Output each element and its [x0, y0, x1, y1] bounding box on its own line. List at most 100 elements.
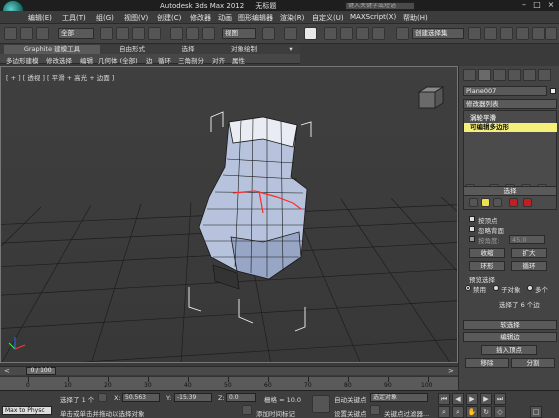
- menu-help[interactable]: 帮助(H): [403, 13, 428, 23]
- selection-filter-dropdown[interactable]: 全部: [58, 28, 94, 39]
- time-slider[interactable]: 0 / 100 < >: [0, 366, 458, 375]
- tab-hierarchy-icon[interactable]: [493, 69, 506, 81]
- auto-key-button[interactable]: 自动关键点: [334, 394, 367, 404]
- object-name-field[interactable]: Plane007: [463, 86, 547, 96]
- tab-create-icon[interactable]: [463, 69, 476, 81]
- rollout-selection[interactable]: 选择: [463, 186, 557, 196]
- key-filters-button[interactable]: 关键点过滤器...: [384, 408, 429, 418]
- panel-polygon-modeling[interactable]: 多边形建模: [6, 55, 39, 65]
- menu-graph-editors[interactable]: 图形编辑器: [238, 13, 273, 23]
- panel-align[interactable]: 对齐: [212, 55, 225, 65]
- rect-selection-icon[interactable]: [132, 27, 145, 40]
- tab-graphite-modeling[interactable]: Graphite 建模工具: [4, 45, 100, 54]
- prev-frame-icon[interactable]: ◀: [452, 393, 464, 405]
- stack-item-editable-poly[interactable]: 可编辑多边形: [464, 123, 557, 132]
- pivot-icon[interactable]: [262, 27, 275, 40]
- tab-modify-icon[interactable]: [478, 69, 491, 81]
- next-frame-icon[interactable]: ▶: [480, 393, 492, 405]
- move-icon[interactable]: [170, 27, 183, 40]
- menu-edit[interactable]: 编辑(E): [28, 13, 52, 23]
- polygon-mode-icon[interactable]: [509, 198, 518, 207]
- curve-editor-icon[interactable]: [516, 27, 529, 40]
- select-object-icon[interactable]: [100, 27, 113, 40]
- orbit-icon[interactable]: ↻: [480, 406, 492, 418]
- y-coordinate-field[interactable]: -15.39: [174, 393, 212, 402]
- ref-coord-dropdown[interactable]: 视图: [222, 28, 256, 39]
- time-prev-icon[interactable]: <: [4, 367, 10, 375]
- set-key-button[interactable]: 设置关键点: [334, 408, 367, 418]
- menu-tools[interactable]: 工具(T): [62, 13, 86, 23]
- insert-vertex-button[interactable]: 插入顶点: [481, 345, 537, 355]
- object-color-swatch[interactable]: [550, 88, 556, 94]
- tab-object-paint[interactable]: 对象绘制: [216, 45, 272, 54]
- search-input[interactable]: 键入关键字或短语: [345, 2, 415, 10]
- close-icon[interactable]: ×: [545, 0, 557, 11]
- polygon-mesh[interactable]: [188, 111, 312, 332]
- menu-rendering[interactable]: 渲染(R): [280, 13, 304, 23]
- go-to-start-icon[interactable]: ⏮: [438, 393, 450, 405]
- lock-selection-icon[interactable]: [98, 393, 107, 402]
- menu-group[interactable]: 组(G): [96, 13, 114, 23]
- field-of-view-icon[interactable]: ◇: [494, 406, 506, 418]
- rollout-edit-edges[interactable]: 编辑边: [463, 332, 557, 342]
- modifier-list-dropdown[interactable]: 修改器列表: [463, 99, 557, 109]
- menu-modifiers[interactable]: 修改器: [190, 13, 211, 23]
- maximize-icon[interactable]: □: [531, 0, 543, 11]
- percent-snap-icon[interactable]: [356, 27, 369, 40]
- snap-icon[interactable]: [324, 27, 337, 40]
- key-filter-icon[interactable]: [370, 405, 380, 415]
- zoom-icon[interactable]: ⌕: [438, 406, 450, 418]
- panel-geometry-all[interactable]: 几何体 (全部): [98, 55, 138, 65]
- spinner-snap-icon[interactable]: [372, 27, 385, 40]
- maximize-viewport-icon[interactable]: □: [530, 406, 542, 418]
- menu-animation[interactable]: 动画: [218, 13, 232, 23]
- stack-item-turbosmooth[interactable]: 涡轮平滑: [464, 114, 557, 123]
- preview-multi-radio[interactable]: [527, 285, 533, 291]
- zoom-all-icon[interactable]: ⌕: [452, 406, 464, 418]
- rollout-soft-selection[interactable]: 软选择: [463, 320, 557, 330]
- tab-motion-icon[interactable]: [508, 69, 521, 81]
- keyboard-shortcut-icon[interactable]: [304, 27, 317, 40]
- minimize-icon[interactable]: –: [518, 0, 530, 11]
- ribbon-options-icon[interactable]: ▾: [286, 45, 296, 54]
- angle-snap-icon[interactable]: [340, 27, 353, 40]
- add-time-tag[interactable]: 添加时间标记: [256, 408, 295, 418]
- menu-customize[interactable]: 自定义(U): [312, 13, 344, 23]
- panel-edges[interactable]: 边: [146, 55, 153, 65]
- panel-triangulation[interactable]: 三角剖分: [178, 55, 204, 65]
- border-mode-icon[interactable]: [493, 198, 502, 207]
- grow-button[interactable]: 扩大: [511, 248, 547, 258]
- element-mode-icon[interactable]: [523, 198, 532, 207]
- tab-selection[interactable]: 选择: [164, 45, 212, 54]
- rotate-icon[interactable]: [186, 27, 199, 40]
- maxscript-listener[interactable]: Max to Physc: [2, 406, 52, 415]
- menu-view[interactable]: 视图(V): [124, 13, 148, 23]
- viewcube-icon[interactable]: [417, 86, 445, 109]
- ring-button[interactable]: 环形: [469, 261, 505, 271]
- menu-create[interactable]: 创建(C): [157, 13, 181, 23]
- time-slider-thumb[interactable]: 0 / 100: [26, 367, 56, 375]
- set-key-icon[interactable]: [312, 395, 330, 413]
- go-to-end-icon[interactable]: ⏭: [494, 393, 506, 405]
- remove-button[interactable]: 移除: [465, 358, 509, 368]
- scale-icon[interactable]: [202, 27, 215, 40]
- named-selection-dropdown[interactable]: 创建选择集: [412, 28, 464, 39]
- track-bar[interactable]: 0 10 20 30 40 50 60 70 80 90 100: [0, 376, 458, 390]
- layer-icon[interactable]: [500, 27, 513, 40]
- play-icon[interactable]: ▶: [466, 393, 478, 405]
- render-icon[interactable]: [545, 27, 557, 40]
- key-mode-dropdown[interactable]: 选定对象: [370, 393, 428, 402]
- vertex-mode-icon[interactable]: [469, 198, 478, 207]
- tab-utilities-icon[interactable]: [538, 69, 551, 81]
- mirror-icon[interactable]: [468, 27, 481, 40]
- panel-loops[interactable]: 循环: [158, 55, 171, 65]
- time-tag-icon[interactable]: [242, 405, 252, 415]
- angle-spinner[interactable]: 45.0: [509, 235, 545, 244]
- pan-icon[interactable]: ✋: [466, 406, 478, 418]
- tab-display-icon[interactable]: [523, 69, 536, 81]
- edit-named-sel-icon[interactable]: [396, 27, 409, 40]
- loop-button[interactable]: 循环: [511, 261, 547, 271]
- perspective-viewport[interactable]: [ + ] [ 透视 ] [ 平滑 + 高光 + 边面 ]: [0, 66, 458, 363]
- align-icon[interactable]: [484, 27, 497, 40]
- preview-subobject-radio[interactable]: [493, 285, 499, 291]
